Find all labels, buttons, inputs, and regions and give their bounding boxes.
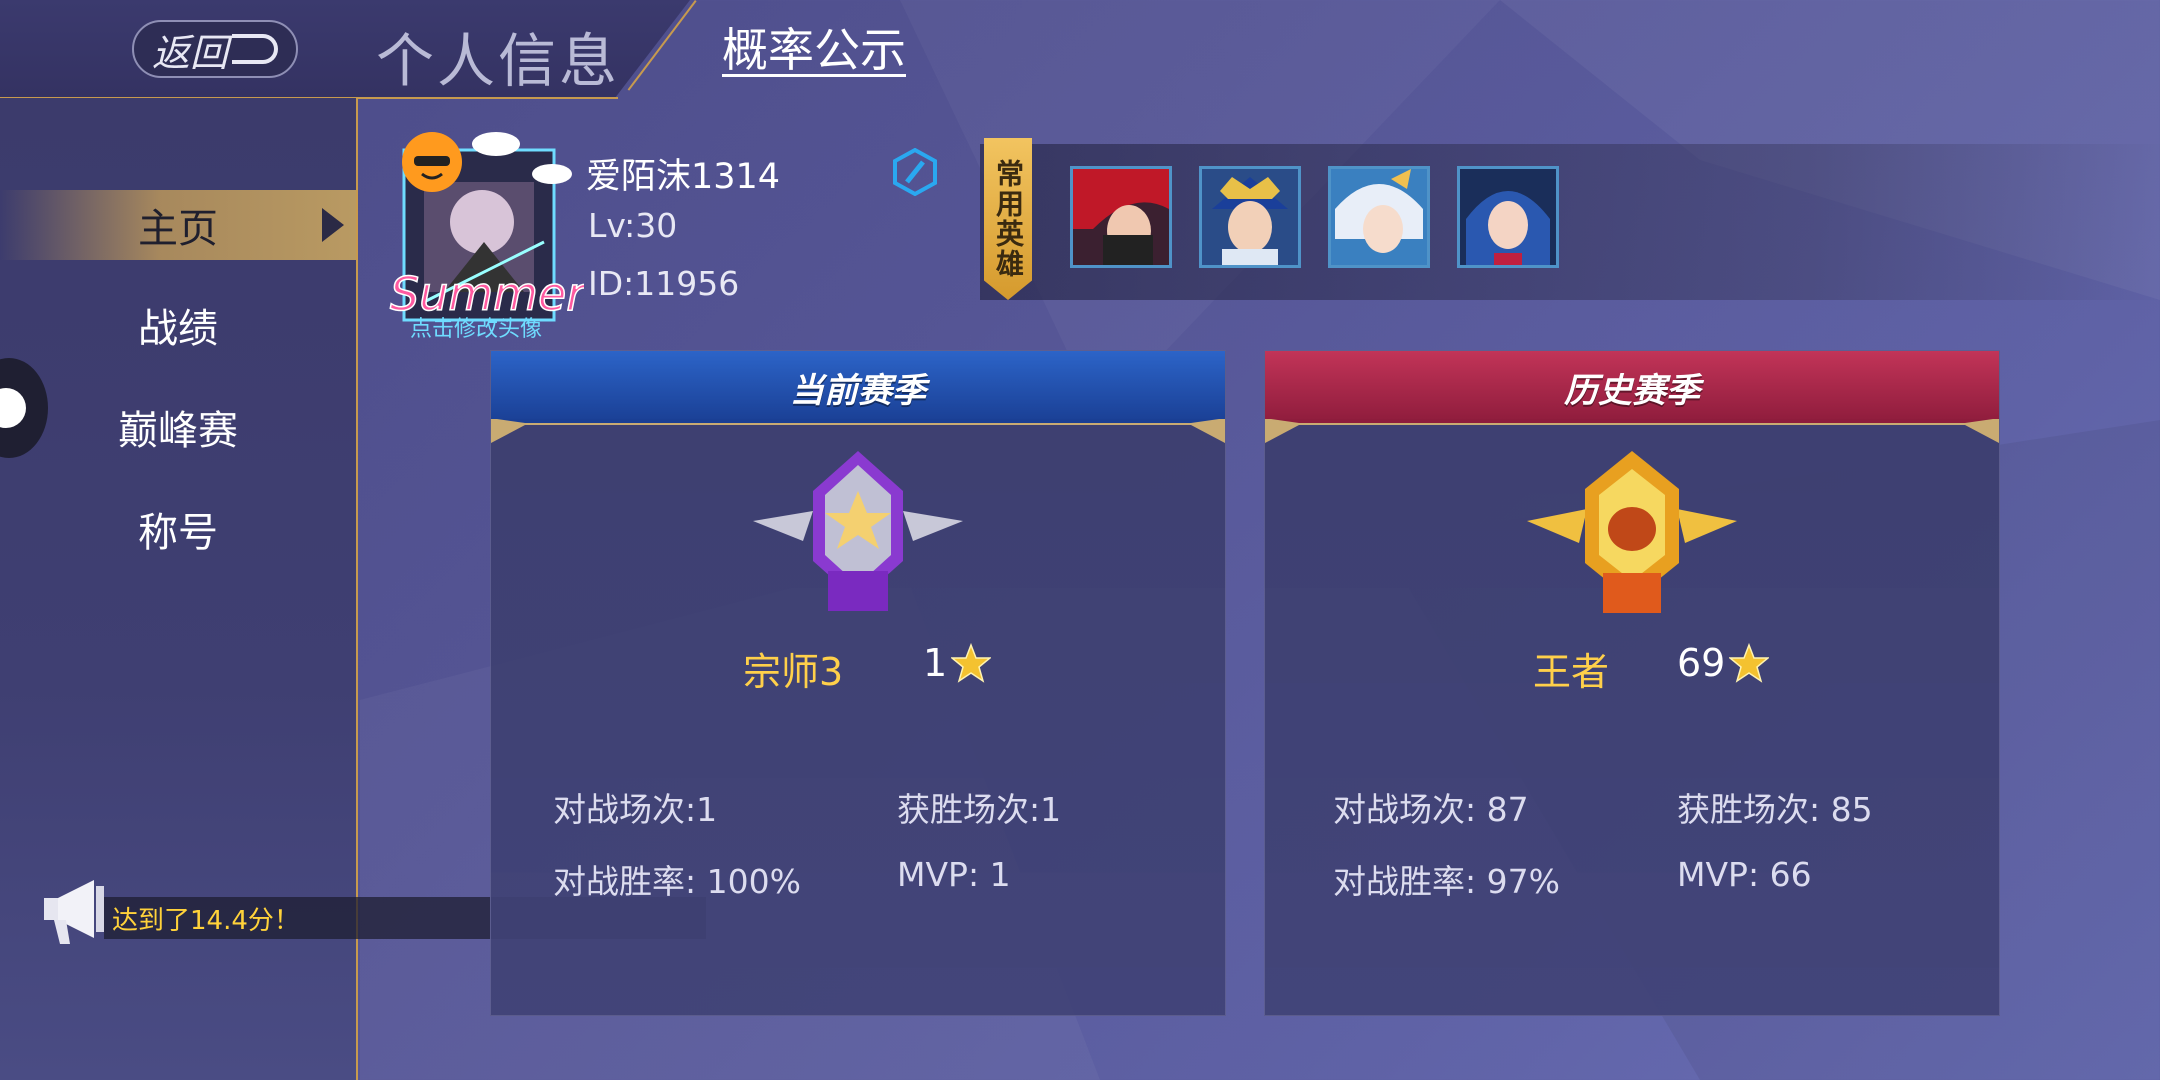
rank-row: 王者 69 xyxy=(1265,641,1999,701)
history-season-title: 历史赛季 xyxy=(1564,370,1700,411)
hero-portrait-red-hair[interactable] xyxy=(1070,166,1172,268)
star-icon xyxy=(1729,643,1770,683)
battles-label: 对战场次: xyxy=(1333,790,1477,829)
history-season-card: 历史赛季 王者 69 对战场次: 87 获胜场次: 85 对战胜率: 97% M… xyxy=(1264,350,2000,1016)
player-id: ID:11956 xyxy=(588,264,740,303)
star-count: 1 xyxy=(923,641,948,685)
mvp-stat: MVP: 1 xyxy=(897,855,1011,894)
sidebar-item-peak[interactable]: 巅峰赛 xyxy=(0,392,356,462)
back-button[interactable]: 返回 xyxy=(132,20,298,78)
mvp-stat: MVP: 66 xyxy=(1677,855,1812,894)
battles-stat: 对战场次:1 xyxy=(553,783,717,831)
probability-link[interactable]: 概率公示 xyxy=(722,14,906,80)
wins-label: 获胜场次: xyxy=(897,790,1041,829)
avatar[interactable]: Summer xyxy=(384,122,584,342)
current-season-title: 当前赛季 xyxy=(790,370,926,411)
wins-stat: 获胜场次: 85 xyxy=(1677,783,1873,831)
winrate-label: 对战胜率: xyxy=(1333,862,1477,901)
star-count: 69 xyxy=(1677,641,1726,685)
winrate-stat: 对战胜率: 97% xyxy=(1333,855,1560,903)
hero-portrait-blue-hair[interactable] xyxy=(1457,166,1559,268)
banner-trim xyxy=(491,419,1225,443)
page-title: 个人信息 xyxy=(376,27,621,95)
mvp-value: 66 xyxy=(1769,855,1812,894)
back-label: 返回 xyxy=(151,30,228,75)
return-icon xyxy=(232,34,278,64)
player-level: Lv:30 xyxy=(588,206,678,245)
winrate-stat: 对战胜率: 100% xyxy=(553,855,801,903)
sidebar-item-record[interactable]: 战绩 xyxy=(0,290,356,360)
sidebar-item-label: 巅峰赛 xyxy=(118,408,238,454)
winrate-value: 97% xyxy=(1486,862,1560,901)
mvp-value: 1 xyxy=(989,855,1011,894)
sidebar-item-label: 主页 xyxy=(138,206,218,252)
sidebar-item-title[interactable]: 称号 xyxy=(0,494,356,564)
battles-value: 1 xyxy=(696,790,718,829)
active-arrow-icon xyxy=(322,208,344,242)
winrate-value: 100% xyxy=(706,862,801,901)
player-name: 爱陌沫1314 xyxy=(586,157,781,197)
current-season-card: 当前赛季 宗师3 1 对战场次:1 获胜场次:1 对战胜率: 100% MVP:… xyxy=(490,350,1226,1016)
sidebar-item-label: 称号 xyxy=(138,510,218,556)
battles-value: 87 xyxy=(1486,790,1529,829)
grandmaster-rank-icon xyxy=(753,451,963,611)
hero-portrait-gold-crown[interactable] xyxy=(1199,166,1301,268)
wins-value: 85 xyxy=(1830,790,1873,829)
rank-row: 宗师3 1 xyxy=(491,641,1225,701)
star-icon xyxy=(951,643,992,683)
rank-stars: 1 xyxy=(923,641,992,685)
winrate-label: 对战胜率: xyxy=(553,862,697,901)
common-heroes-tag: 常用英雄 xyxy=(984,138,1032,300)
battles-label: 对战场次: xyxy=(553,790,697,829)
megaphone-icon xyxy=(44,880,104,944)
sidebar-item-label: 战绩 xyxy=(138,306,218,352)
rank-name: 王者 xyxy=(1533,650,1610,694)
banner-trim xyxy=(1265,419,1999,443)
wins-value: 1 xyxy=(1040,790,1062,829)
wins-stat: 获胜场次:1 xyxy=(897,783,1061,831)
battles-stat: 对战场次: 87 xyxy=(1333,783,1529,831)
sidebar-item-home[interactable]: 主页 xyxy=(0,190,356,260)
rank-name: 宗师3 xyxy=(743,650,844,694)
announcement-text: 达到了14.4分！ xyxy=(112,905,300,936)
common-heroes-label: 常用英雄 xyxy=(992,159,1025,279)
avatar-caption[interactable]: 点击修改头像 xyxy=(410,311,542,343)
current-season-banner: 当前赛季 xyxy=(491,351,1225,423)
wins-label: 获胜场次: xyxy=(1677,790,1821,829)
hero-portrait-white-hair[interactable] xyxy=(1328,166,1430,268)
history-season-banner: 历史赛季 xyxy=(1265,351,1999,423)
rank-stars: 69 xyxy=(1677,641,1770,685)
mvp-label: MVP: xyxy=(1677,855,1760,894)
mvp-label: MVP: xyxy=(897,855,980,894)
edit-icon[interactable] xyxy=(891,148,939,196)
king-rank-icon xyxy=(1527,451,1737,613)
